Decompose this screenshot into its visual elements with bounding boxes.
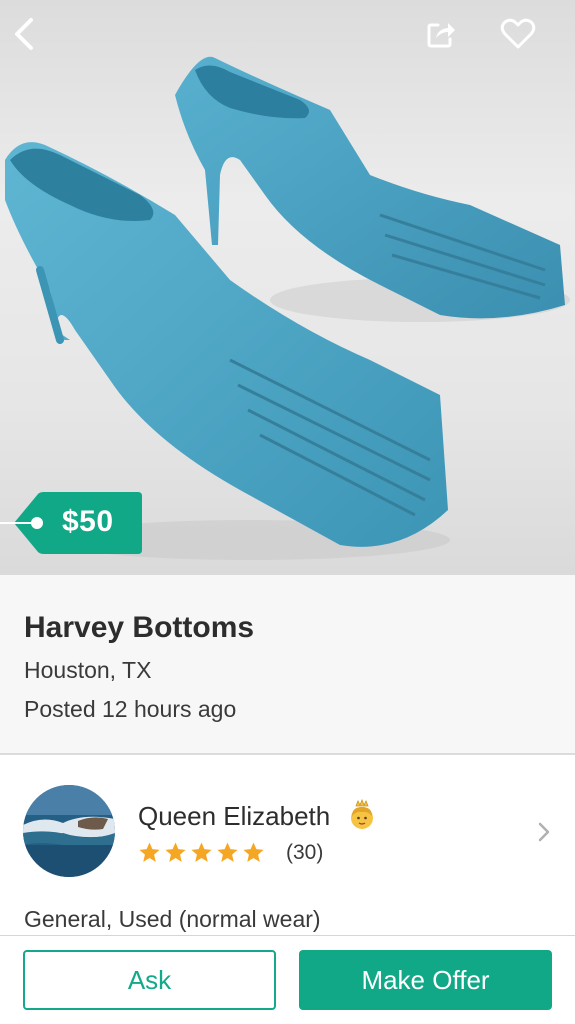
price-tag: $50 <box>0 492 145 554</box>
star-icon <box>243 842 264 862</box>
item-condition: General, Used (normal wear) <box>24 906 321 932</box>
chevron-right-icon[interactable] <box>536 821 552 843</box>
star-icon <box>191 842 212 862</box>
share-button[interactable] <box>417 10 465 58</box>
princess-emoji-icon <box>351 799 373 829</box>
price-label: $50 <box>62 505 114 538</box>
avatar[interactable] <box>23 785 115 877</box>
star-icon <box>165 842 186 862</box>
favorite-button[interactable] <box>494 10 542 58</box>
listing-photo[interactable]: $50 <box>0 0 575 575</box>
listing-location: Houston, TX <box>24 657 152 683</box>
star-icon <box>139 842 160 862</box>
star-icon <box>217 842 238 862</box>
heart-icon <box>500 18 536 49</box>
flipper-heels-image <box>5 56 570 560</box>
back-chevron-icon <box>15 18 33 50</box>
rating-count: (30) <box>286 841 324 864</box>
share-icon <box>427 23 455 48</box>
seller-avatar-image <box>23 785 115 877</box>
rating-stars <box>138 841 265 864</box>
back-button[interactable] <box>0 10 48 58</box>
ask-button[interactable]: Ask <box>23 950 276 1010</box>
listing-title: Harvey Bottoms <box>24 611 255 644</box>
seller-name[interactable]: Queen Elizabeth <box>138 801 330 832</box>
posted-time: Posted 12 hours ago <box>24 696 237 722</box>
seller-row[interactable]: Queen Elizabeth (30) <box>0 755 575 915</box>
listing-info: Harvey Bottoms Houston, TX Posted 12 hou… <box>0 575 575 753</box>
action-bar: Ask Make Offer <box>0 935 575 1024</box>
make-offer-button[interactable]: Make Offer <box>299 950 552 1010</box>
